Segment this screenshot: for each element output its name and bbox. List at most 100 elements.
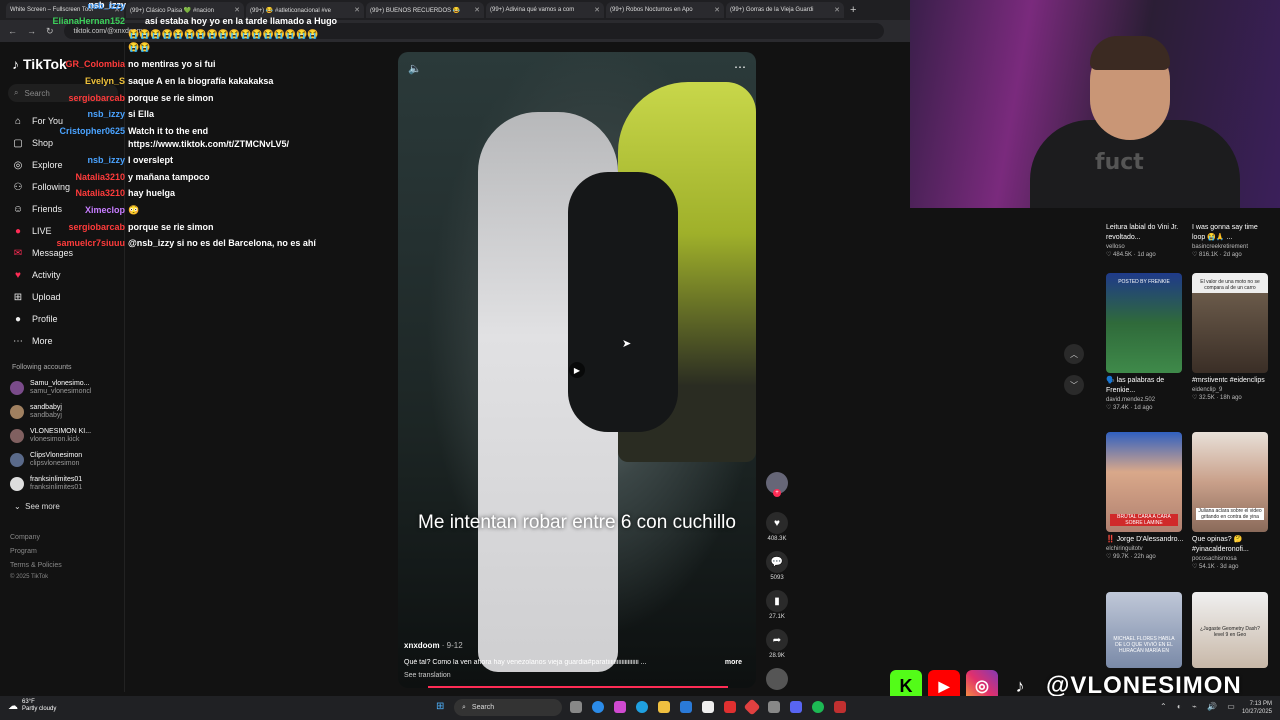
footer-link[interactable]: Terms & Policies — [10, 562, 62, 569]
account-item[interactable]: ClipsVlonesimon clipsvlonesimon — [10, 452, 82, 468]
thumbnail-text: Juliana aclara sobre el video gritando e… — [1196, 508, 1264, 520]
app-icon[interactable] — [768, 701, 780, 713]
windows-start-icon[interactable]: ⊞ — [436, 701, 448, 713]
mail-icon[interactable] — [680, 701, 692, 713]
more-options-icon[interactable]: ⋯ — [734, 60, 746, 74]
video-player[interactable]: 🔈 ⋯ ▶ Me intentan robar entre 6 con cuch… — [398, 52, 756, 688]
video-progress-bar[interactable] — [428, 686, 728, 688]
see-translation-link[interactable]: See translation — [404, 672, 451, 679]
account-item[interactable]: sandbabyj sandbabyj — [10, 404, 62, 420]
tab-label: (99+) Robos Nocturnos en Apo — [610, 7, 693, 13]
share-button[interactable]: ➦ 28.9K — [762, 629, 792, 659]
chat-username: nsb_izzy — [87, 155, 125, 165]
close-icon[interactable]: ✕ — [714, 6, 720, 14]
system-tray[interactable]: ⌃ ◐ ⌁ 🔊 ▭ — [1160, 702, 1239, 711]
avatar — [10, 381, 24, 395]
streamer-hair — [1090, 36, 1170, 70]
discord-icon[interactable] — [790, 701, 802, 713]
video-card[interactable]: MICHAEL FLORES HABLA DE LO QUE VIVIÓ EN … — [1106, 592, 1188, 668]
edge-icon[interactable] — [636, 701, 648, 713]
close-icon[interactable]: ✕ — [474, 6, 480, 14]
video-card[interactable]: POSTED BY FRENKIE 🗣️ las palabras de Fre… — [1106, 273, 1188, 411]
comment-button[interactable]: 💬 5093 — [762, 551, 792, 581]
back-icon[interactable]: ← — [8, 26, 17, 36]
browser-tab[interactable]: (99+) Gorras de la Vieja Guardi ✕ — [726, 2, 844, 18]
play-icon[interactable]: ▶ — [569, 362, 585, 378]
chat-username: GR_Colombia — [65, 59, 125, 69]
card-user: david.mendez.502 — [1106, 397, 1156, 403]
nav-profile[interactable]: ● Profile — [12, 312, 58, 326]
close-icon[interactable]: ✕ — [354, 6, 360, 14]
weather-widget[interactable]: ☁ 63°F Partly cloudy — [8, 699, 56, 713]
chrome-icon[interactable] — [592, 701, 604, 713]
video-card[interactable]: I was gonna say time loop 😭🙏 ... basincr… — [1192, 220, 1274, 258]
video-card[interactable]: Leitura labial do Vini Jr. revoltado... … — [1106, 220, 1188, 258]
browser-tab[interactable]: (99+) BUENOS RECUERDOS 😂 ✕ — [366, 2, 484, 18]
clock-time: 7:13 PM — [1249, 701, 1272, 707]
card-title: Leitura labial do Vini Jr. revoltado... — [1106, 224, 1179, 241]
task-view-icon[interactable] — [570, 701, 582, 713]
account-handle: vlonesimon.kick — [30, 436, 80, 443]
file-explorer-icon[interactable] — [658, 701, 670, 713]
see-more-label: See more — [25, 502, 60, 511]
tab-label: (99+) 😂 #atleticonacional #ve — [250, 7, 332, 14]
app-icon[interactable] — [834, 701, 846, 713]
app-icon[interactable] — [614, 701, 626, 713]
close-icon[interactable]: ✕ — [834, 6, 840, 14]
chat-username: Natalia3210 — [75, 188, 125, 198]
video-card[interactable]: ¿Jugaste Geometry Dash? level 9 en Geo — [1192, 592, 1274, 668]
forward-icon[interactable]: → — [27, 26, 36, 36]
store-icon[interactable] — [702, 701, 714, 713]
like-count: 408.3K — [767, 536, 787, 542]
account-item[interactable]: VLONESIMON KI... vlonesimon.kick — [10, 428, 91, 444]
footer-link[interactable]: Program — [10, 548, 37, 555]
heart-icon: ♥ — [766, 512, 788, 534]
browser-tab[interactable]: (99+) Robos Nocturnos en Apo ✕ — [606, 2, 724, 18]
spotify-icon[interactable] — [812, 701, 824, 713]
follow-plus-icon[interactable]: + — [773, 489, 781, 497]
account-item[interactable]: franksinlimites01 franksinlimites01 — [10, 476, 82, 492]
profile-icon: ● — [14, 313, 22, 325]
reload-icon[interactable]: ↻ — [46, 26, 54, 37]
app-icon[interactable] — [724, 701, 736, 713]
app-icon[interactable] — [743, 698, 761, 716]
video-card[interactable]: El valor de una moto no se compara al de… — [1192, 273, 1274, 401]
description-more-link[interactable]: more — [725, 659, 742, 666]
save-button[interactable]: ▮ 27.1K — [762, 590, 792, 620]
nav-label: Profile — [32, 314, 58, 324]
taskbar-search[interactable]: ⌕ Search — [454, 699, 562, 716]
close-icon[interactable]: ✕ — [234, 6, 240, 14]
account-handle: sandbabyj — [30, 412, 62, 419]
volume-icon[interactable]: 🔈 — [408, 62, 422, 75]
clock[interactable]: 7:13 PM 10/27/2025 — [1236, 700, 1272, 716]
music-disc[interactable] — [762, 668, 792, 690]
browser-tab[interactable]: (99+) Adivina qué vamos a com ✕ — [486, 2, 604, 18]
comment-count: 5093 — [770, 575, 784, 581]
footer-link[interactable]: Company — [10, 534, 40, 541]
card-stats: ♡ 816.1K · 2d ago — [1192, 252, 1242, 258]
video-card[interactable]: Juliana aclara sobre el video gritando e… — [1192, 432, 1274, 570]
account-item[interactable]: Samu_vlonesimo... samu_vlonesimoncl — [10, 380, 91, 396]
chat-message: porque se rie simon — [128, 93, 214, 103]
chat-message: así estaba hoy yo en la tarde llamado a … — [145, 16, 338, 26]
video-author[interactable]: xnxdoom · 9-12 — [404, 641, 463, 650]
previous-video-button[interactable]: ︿ — [1064, 344, 1084, 364]
new-tab-icon[interactable]: + — [850, 4, 856, 16]
card-user: elchiringuitotv — [1106, 546, 1143, 552]
chat-message: hay huelga — [128, 188, 176, 198]
like-button[interactable]: ♥ 408.3K — [762, 512, 792, 542]
nav-label: More — [32, 336, 53, 346]
see-more-button[interactable]: ⌄ See more — [14, 502, 60, 511]
account-handle: franksinlimites01 — [30, 484, 83, 491]
creator-avatar[interactable]: + — [762, 472, 792, 497]
video-card[interactable]: BRUTAL CARA A CARA SOBRE LAMINE ‼️ Jorge… — [1106, 432, 1188, 560]
chevron-up-icon: ︿ — [1070, 349, 1078, 359]
next-video-button[interactable]: ﹀ — [1064, 375, 1084, 395]
chat-message: no mentiras yo si fui — [128, 59, 216, 69]
card-thumbnail: ¿Jugaste Geometry Dash? level 9 en Geo — [1192, 592, 1268, 668]
card-thumbnail: El valor de una moto no se compara al de… — [1192, 273, 1268, 373]
nav-more[interactable]: ⋯ More — [12, 334, 53, 348]
taskbar-search-label: Search — [471, 704, 495, 711]
card-stats: ♡ 32.5K · 18h ago — [1192, 395, 1242, 401]
close-icon[interactable]: ✕ — [594, 6, 600, 14]
